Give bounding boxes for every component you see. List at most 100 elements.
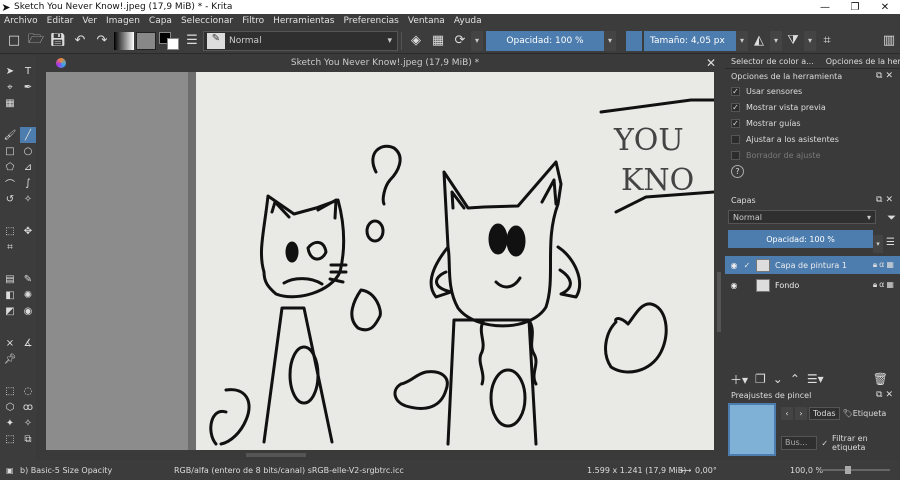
layer-properties-icons[interactable]: 🔒︎α▦ (873, 260, 896, 270)
polygon-select-icon[interactable]: ⬡ (2, 399, 18, 415)
freehand-path-icon[interactable]: ∫ (20, 175, 36, 191)
layer-row[interactable]: ◉ Fondo 🔒︎α▦ (725, 276, 900, 294)
opacity-spin[interactable]: ▾ (604, 30, 616, 51)
calligraphy-icon[interactable]: ✒ (20, 79, 36, 95)
reference-tool-icon[interactable]: 📌︎ (2, 351, 18, 367)
redo-icon[interactable]: ↷ (91, 30, 113, 52)
brush-preset-icon[interactable]: ✎ (207, 32, 225, 49)
layer-properties-icon[interactable]: ☰▾ (807, 372, 824, 386)
blend-mode-select[interactable]: ✎ Normal ▾ (203, 30, 398, 51)
menu-herramientas[interactable]: Herramientas (273, 16, 334, 26)
menu-ventana[interactable]: Ventana (408, 16, 445, 26)
close-window-button[interactable]: ✕ (870, 2, 900, 13)
undo-icon[interactable]: ↶ (69, 30, 91, 52)
menu-preferencias[interactable]: Preferencias (343, 16, 398, 26)
menu-filtro[interactable]: Filtro (242, 16, 264, 26)
duplicate-layer-icon[interactable]: ❐ (755, 372, 766, 386)
help-icon[interactable]: ? (731, 165, 744, 178)
menu-editar[interactable]: Editar (47, 16, 74, 26)
layer-blend-select[interactable]: Normal ▾ (728, 210, 876, 224)
drawing-canvas[interactable]: YOU KNO (46, 72, 714, 450)
size-spin[interactable]: ▾ (736, 30, 748, 51)
ellipse-select-icon[interactable]: ◌ (20, 383, 36, 399)
menu-imagen[interactable]: Imagen (106, 16, 140, 26)
rect-select-icon[interactable]: ⬚ (2, 383, 18, 399)
fg-bg-color-selector[interactable] (159, 31, 179, 50)
option-use-sensors[interactable]: ✓ Usar sensores (725, 83, 900, 99)
tag-label[interactable]: Etiqueta (853, 409, 887, 418)
brush-preset-thumbnail[interactable] (728, 403, 776, 456)
layer-opacity-slider[interactable]: Opacidad: 100 % (728, 230, 873, 248)
freehand-select-icon[interactable]: ꝏ (20, 399, 36, 415)
tab-color-selector[interactable]: Selector de color a... (725, 55, 820, 68)
menu-archivo[interactable]: Archivo (4, 16, 38, 26)
contiguous-select-icon[interactable]: ✦ (2, 415, 18, 431)
move-tool-icon[interactable]: ✥ (20, 223, 36, 239)
save-icon[interactable]: 💾︎ (47, 30, 69, 52)
visibility-eye-icon[interactable]: ◉ (727, 261, 741, 270)
measure-tool-icon[interactable]: ∡ (20, 335, 36, 351)
move-up-icon[interactable]: ⌃ (790, 372, 800, 386)
menu-capa[interactable]: Capa (149, 16, 172, 26)
select-shapes-icon[interactable]: ➤ (2, 63, 18, 79)
wrap-around-icon[interactable]: ⌗ (816, 30, 838, 52)
layer-check-icon[interactable]: ✓ (741, 261, 753, 270)
opacity-slider[interactable]: Opacidad: 100 % (486, 30, 604, 51)
menu-icon[interactable]: ☰ (886, 237, 895, 248)
color-picker-icon[interactable]: ✎ (20, 271, 36, 287)
reload-preset-icon[interactable]: ⟳ (449, 30, 471, 52)
chevron-down-icon[interactable]: ▾ (471, 30, 483, 51)
checkbox-icon[interactable]: ✓ (731, 102, 740, 112)
rectangle-tool-icon[interactable]: □ (2, 143, 18, 159)
menu-seleccionar[interactable]: Seleccionar (181, 16, 233, 26)
move-down-icon[interactable]: ⌄ (773, 372, 783, 386)
polygon-tool-icon[interactable]: ⬠ (2, 159, 18, 175)
polyline-tool-icon[interactable]: ⊿ (20, 159, 36, 175)
layer-row[interactable]: ◉ ✓ Capa de pintura 1 🔒︎α▦ (725, 256, 900, 274)
new-document-icon[interactable]: □ (3, 30, 25, 52)
fill-tool-icon[interactable]: ◩ (2, 303, 18, 319)
maximize-button[interactable]: ❐ (840, 2, 870, 13)
eraser-icon[interactable]: ◈ (405, 30, 427, 52)
brush-preset-status-icon[interactable]: ▣ (6, 466, 14, 475)
layer-opacity-spin[interactable]: ▾ (873, 235, 883, 253)
pattern-swatch[interactable] (136, 31, 156, 50)
tab-tool-options[interactable]: Opciones de la her... (819, 55, 900, 68)
filter-checkbox-icon[interactable]: ✓ (821, 439, 828, 448)
checkbox-icon[interactable] (731, 134, 740, 144)
menu-ver[interactable]: Ver (82, 16, 97, 26)
ellipse-tool-icon[interactable]: ○ (20, 143, 36, 159)
crop-tool-icon[interactable]: ⌗ (2, 239, 18, 255)
float-close-icon[interactable]: ⧉✕ (876, 71, 896, 81)
close-document-icon[interactable]: ✕ (706, 56, 716, 70)
option-show-guides[interactable]: ✓ Mostrar guías (725, 115, 900, 131)
option-snap-assistants[interactable]: Ajustar a los asistentes (725, 131, 900, 147)
chevron-down-icon[interactable]: ▾ (804, 30, 816, 51)
dynamic-brush-icon[interactable]: ↺ (2, 191, 18, 207)
delete-layer-icon[interactable]: 🗑︎ (873, 372, 888, 386)
edit-shapes-icon[interactable]: ⌖ (2, 79, 18, 95)
vertical-scrollbar[interactable] (714, 72, 724, 450)
size-slider[interactable]: Tamaño: 4,05 px (626, 30, 736, 51)
workspace-icon[interactable]: ▥ (878, 30, 900, 52)
gradient-tool-icon[interactable]: ▤ (2, 271, 18, 287)
minimize-button[interactable]: — (810, 2, 840, 13)
tiles-icon[interactable]: ▦ (2, 95, 18, 111)
float-close-icon[interactable]: ⧉✕ (876, 390, 896, 400)
brush-settings-icon[interactable]: ☰ (181, 30, 203, 52)
mirror-horizontal-icon[interactable]: ◭ (748, 30, 770, 52)
tag-select[interactable]: Todas (809, 407, 840, 420)
transform-tool-icon[interactable]: ⬚ (2, 223, 18, 239)
preset-search-input[interactable]: Bus... (781, 436, 818, 450)
alpha-lock-icon[interactable]: ▦ (427, 30, 449, 52)
multibrush-icon[interactable]: ✧ (20, 191, 36, 207)
text-tool-icon[interactable]: T (20, 63, 36, 79)
menu-ayuda[interactable]: Ayuda (454, 16, 482, 26)
rotation-icon[interactable]: ⟷ (680, 466, 691, 475)
assistant-tool-icon[interactable]: ⨯ (2, 335, 18, 351)
layer-properties-icons[interactable]: 🔒︎α▦ (873, 280, 896, 290)
open-folder-icon[interactable]: 🗁 (25, 30, 47, 52)
horizontal-scrollbar[interactable] (46, 450, 714, 460)
bezier-tool-icon[interactable]: ⌒ (2, 175, 18, 191)
document-tab[interactable]: Sketch You Never Know!.jpeg (17,9 MiB) *… (46, 55, 724, 71)
